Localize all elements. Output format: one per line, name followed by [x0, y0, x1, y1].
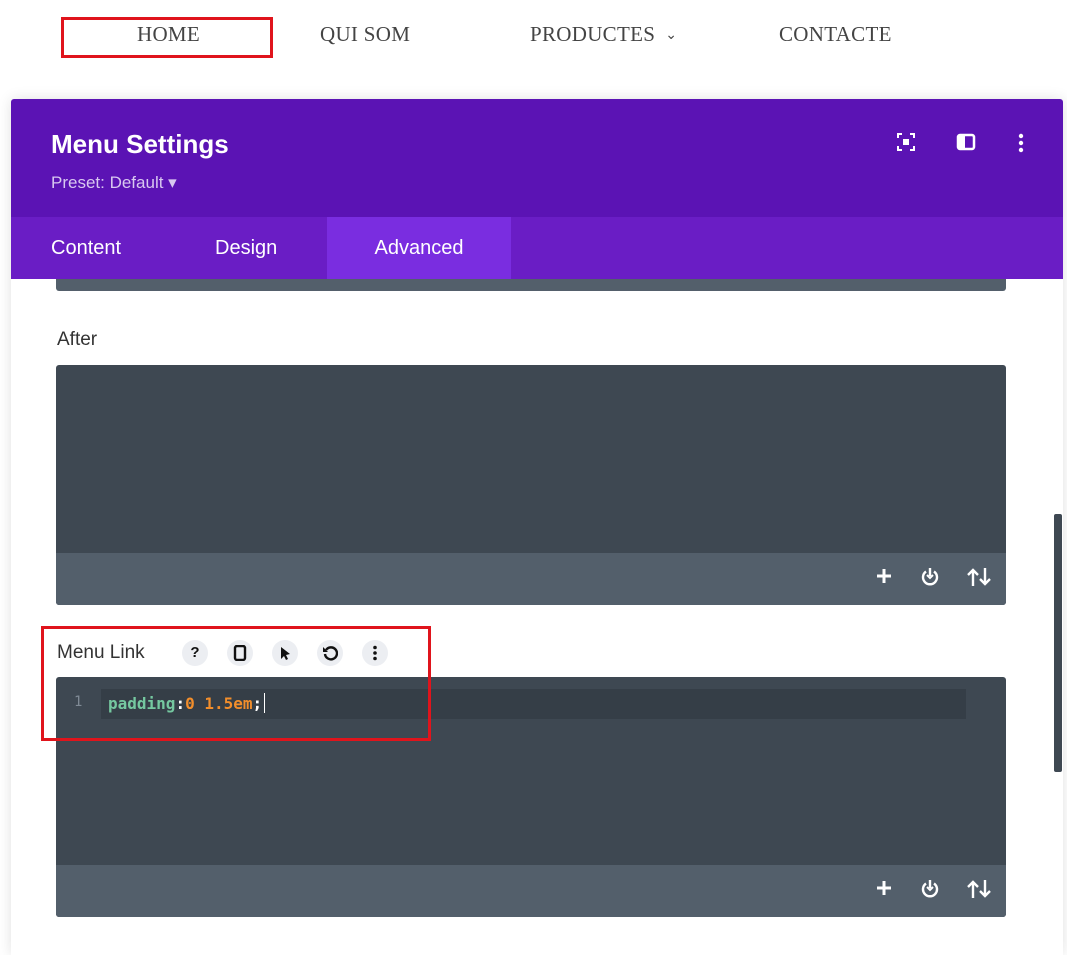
editor-toolbar: [56, 553, 1006, 605]
power-icon[interactable]: [920, 566, 940, 593]
power-icon[interactable]: [920, 878, 940, 905]
previous-editor-toolbar: [56, 279, 1006, 291]
nav-productes-label: PRODUCTES: [530, 22, 656, 46]
focus-icon[interactable]: [895, 132, 917, 154]
chevron-down-icon: ⌄: [665, 28, 678, 43]
highlight-box-menu-link: [41, 626, 431, 741]
highlight-box-home: [61, 17, 273, 58]
more-vertical-icon[interactable]: [1010, 132, 1032, 154]
plus-icon[interactable]: [875, 878, 893, 904]
panel-tabs: Content Design Advanced: [11, 217, 1063, 279]
sort-icon[interactable]: [966, 566, 994, 595]
nav-qui-som[interactable]: QUI SOM: [320, 22, 410, 47]
panel-header: Menu Settings Preset: Default ▾: [11, 99, 1063, 217]
split-view-icon[interactable]: [955, 132, 977, 154]
sort-icon[interactable]: [966, 878, 994, 907]
editor-toolbar: [56, 865, 1006, 917]
tab-advanced[interactable]: Advanced: [327, 217, 511, 279]
panel-title: Menu Settings: [51, 129, 229, 159]
menu-settings-panel: Menu Settings Preset: Default ▾ Content …: [11, 99, 1063, 955]
tab-content[interactable]: Content: [51, 217, 121, 279]
site-nav: HOME QUI SOM PRODUCTES ⌄ CONTACTE: [0, 0, 1067, 80]
nav-productes[interactable]: PRODUCTES ⌄: [530, 22, 677, 47]
nav-contacte[interactable]: CONTACTE: [779, 22, 892, 47]
after-field-label: After: [57, 329, 98, 350]
tab-design[interactable]: Design: [215, 217, 277, 279]
panel-scrollbar[interactable]: [1054, 514, 1062, 772]
after-code-editor[interactable]: [56, 365, 1006, 605]
preset-dropdown[interactable]: Preset: Default ▾: [51, 173, 177, 193]
plus-icon[interactable]: [875, 566, 893, 592]
